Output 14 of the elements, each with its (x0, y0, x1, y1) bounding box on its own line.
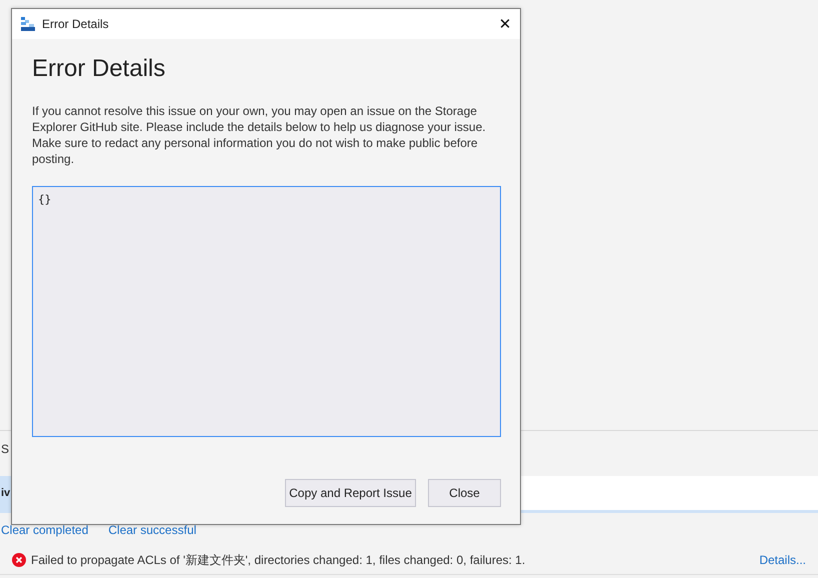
close-dialog-button[interactable]: Close (428, 479, 501, 507)
dialog-heading: Error Details (32, 54, 166, 84)
details-link[interactable]: Details... (759, 553, 806, 567)
clear-link[interactable]: Clear completed (1, 523, 88, 537)
status-message: Failed to propagate ACLs of '新建文件夹', directories changed: 1, files changed: 0, failures: 1. (31, 552, 526, 568)
window-title: Error Details (42, 17, 109, 31)
clear-link[interactable]: Clear successful (108, 523, 196, 537)
close-button[interactable]: ✕ (490, 9, 520, 39)
description-text: If you cannot resolve this issue on your own, you may open an issue on the Storage Explorer GitHub site. Please include the details below to help us diagnose your issue. Make sure to redact any personal information you do not wish to make public before posting. (32, 103, 487, 167)
activity-label: iv (1, 487, 10, 499)
section-label: S (1, 442, 10, 456)
app-icon (21, 17, 35, 31)
details-text-area[interactable]: {} (32, 186, 501, 437)
copy-report-button[interactable]: Copy and Report Issue (285, 479, 416, 507)
